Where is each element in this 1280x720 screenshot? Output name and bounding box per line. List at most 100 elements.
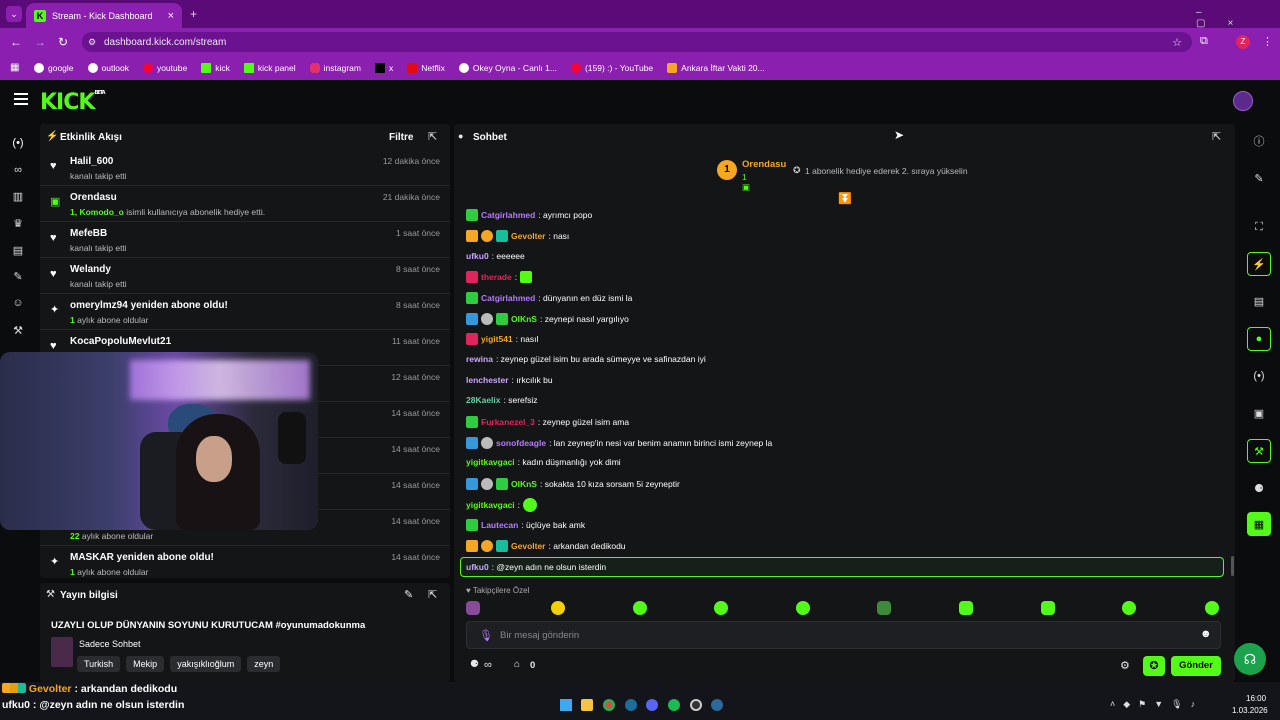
chart-icon[interactable]: ▥ [10, 188, 26, 204]
hamburger-menu-icon[interactable] [14, 93, 28, 105]
spotify-icon[interactable] [668, 699, 680, 711]
scroll-down-icon[interactable]: ⏬ [838, 192, 852, 205]
points-icon[interactable]: ⚈ [470, 659, 479, 670]
bookmark-outlook[interactable]: outlook [87, 63, 129, 73]
popout-icon[interactable]: ⇱ [428, 588, 437, 601]
moderation-icon[interactable]: ⚒ [10, 322, 26, 338]
bookmark-youtube-159[interactable]: (159) :) - YouTube [570, 63, 653, 73]
chrome-icon[interactable] [603, 699, 615, 711]
windows-start-icon[interactable] [560, 699, 572, 711]
forward-icon[interactable]: → [34, 35, 46, 49]
emoji-icon[interactable]: ☻ [1200, 628, 1212, 640]
tag[interactable]: yakışıklıoğlum [170, 656, 242, 672]
emote-icon[interactable] [1205, 601, 1219, 615]
crown-badge-icon [466, 540, 478, 552]
url-bar[interactable]: ⚙ dashboard.kick.com/stream ☆ [82, 32, 1192, 52]
bookmark-okey[interactable]: Okey Oyna - Canlı 1... [458, 63, 557, 73]
emote-icon[interactable] [959, 601, 973, 615]
bookmark-netflix[interactable]: Netflix [407, 63, 445, 73]
activity-name[interactable]: MASKAR yeniden abone oldu! [70, 552, 214, 563]
fullscreen-icon[interactable]: ⛶ [1247, 215, 1271, 239]
bookmark-kick[interactable]: kick [201, 63, 230, 73]
site-info-icon[interactable]: ⚙ [88, 37, 96, 48]
emote-icon[interactable] [1041, 601, 1055, 615]
activity-name[interactable]: Halil_600 [70, 156, 113, 167]
tag[interactable]: Mekip [126, 656, 165, 672]
system-tray-icons[interactable]: ˄◆⚑▼🎙♪ [1110, 699, 1203, 710]
activity-name[interactable]: Orendasu [70, 192, 117, 203]
bolt-icon[interactable]: ⚡ [1247, 252, 1271, 276]
bookmark-google[interactable]: google [34, 63, 74, 73]
game-icon[interactable]: ▦ [1247, 512, 1271, 536]
points-icon[interactable]: ⚈ [1247, 476, 1271, 500]
app-icon[interactable] [581, 699, 593, 711]
kick-logo[interactable]: KICKBETA [40, 90, 106, 115]
discord-icon[interactable] [646, 699, 658, 711]
popout-chat-icon[interactable]: ⇱ [1212, 130, 1221, 143]
wrench-icon[interactable]: ⚒ [1247, 439, 1271, 463]
activity-name[interactable]: Welandy [70, 264, 111, 275]
edit-icon[interactable]: ✎ [404, 588, 413, 601]
menu-dots-icon[interactable]: ⋮ [1262, 35, 1273, 48]
steam-icon[interactable] [625, 699, 637, 711]
info-icon[interactable]: ⓘ [1247, 129, 1271, 153]
emote-icon[interactable] [633, 601, 647, 615]
apps-grid-icon[interactable]: ▦ [10, 62, 19, 73]
layers-icon[interactable]: ▣ [1247, 401, 1271, 425]
bookmark-youtube[interactable]: youtube [142, 63, 187, 73]
popout-icon[interactable]: ⇱ [428, 130, 437, 143]
edit-icon[interactable]: ✎ [1247, 166, 1271, 190]
gift-badge-icon [496, 540, 508, 552]
broadcast-icon[interactable]: (•) [1247, 364, 1271, 388]
wrench-icon[interactable]: ✎ [10, 268, 26, 284]
microphone-icon[interactable]: 🎙 [479, 629, 493, 642]
obs-icon[interactable] [690, 699, 702, 711]
trophy-icon[interactable]: ♛ [10, 215, 26, 231]
video-icon[interactable]: ▤ [10, 242, 26, 258]
bookmark-star-icon[interactable]: ☆ [1172, 36, 1182, 49]
tag[interactable]: Turkish [77, 656, 121, 672]
store-icon[interactable]: ⌂ [514, 659, 520, 670]
chat-input[interactable]: 🎙 Bir mesaj gönderin ☻ [466, 621, 1221, 649]
emote-icon[interactable] [1122, 601, 1136, 615]
bookmark-ankara[interactable]: Ankara İftar Vakti 20... [667, 63, 765, 73]
send-button[interactable]: Gönder [1171, 656, 1221, 676]
extensions-icon[interactable]: ⧉ [1200, 35, 1208, 48]
reload-icon[interactable]: ↻ [58, 35, 68, 49]
new-tab-icon[interactable]: + [190, 7, 197, 21]
user-avatar[interactable] [1233, 91, 1253, 111]
category-name[interactable]: Sadece Sohbet [79, 639, 141, 649]
bookmark-kick-panel[interactable]: kick panel [243, 63, 296, 73]
activity-name[interactable]: KocaPopoluMevlut21 [70, 336, 171, 347]
settings-gear-icon[interactable]: ⚙ [1120, 659, 1130, 672]
users-icon[interactable]: ☺ [10, 295, 26, 311]
clock-time[interactable]: 16:00 [1246, 694, 1266, 703]
emote-icon[interactable] [551, 601, 565, 615]
tag[interactable]: zeyn [247, 656, 281, 672]
chat-icon[interactable]: ● [1247, 327, 1271, 351]
clock-date[interactable]: 1.03.2026 [1232, 706, 1268, 715]
activity-name[interactable]: MefeBB [70, 228, 107, 239]
headset-support-button[interactable]: ☊ [1234, 643, 1266, 675]
browser-tab[interactable]: K Stream - Kick Dashboard × [26, 3, 182, 28]
emote-icon[interactable] [466, 601, 480, 615]
window-controls[interactable]: –▢× [1196, 7, 1280, 29]
category-thumbnail[interactable] [51, 637, 73, 667]
emote-icon[interactable] [877, 601, 891, 615]
notes-icon[interactable]: ▤ [1247, 289, 1271, 313]
profile-avatar[interactable]: Z [1236, 35, 1250, 49]
chat-scrollbar[interactable] [1231, 556, 1234, 576]
filter-button[interactable]: Filtre [389, 132, 413, 143]
bookmark-x[interactable]: x [374, 63, 393, 73]
kick-bot-button[interactable]: ✪ [1143, 656, 1165, 676]
bookmark-instagram[interactable]: instagram [309, 63, 361, 73]
emote-icon[interactable] [714, 601, 728, 615]
link-icon[interactable]: ∞ [10, 162, 26, 178]
close-tab-icon[interactable]: × [168, 10, 174, 22]
stream-nav-icon[interactable]: (•) [10, 135, 26, 151]
tab-menu-icon[interactable]: ⌄ [6, 6, 22, 22]
activity-name[interactable]: omerylmz94 yeniden abone oldu! [70, 300, 228, 311]
emote-icon[interactable] [796, 601, 810, 615]
back-icon[interactable]: ← [10, 35, 22, 49]
steam-icon[interactable] [711, 699, 723, 711]
